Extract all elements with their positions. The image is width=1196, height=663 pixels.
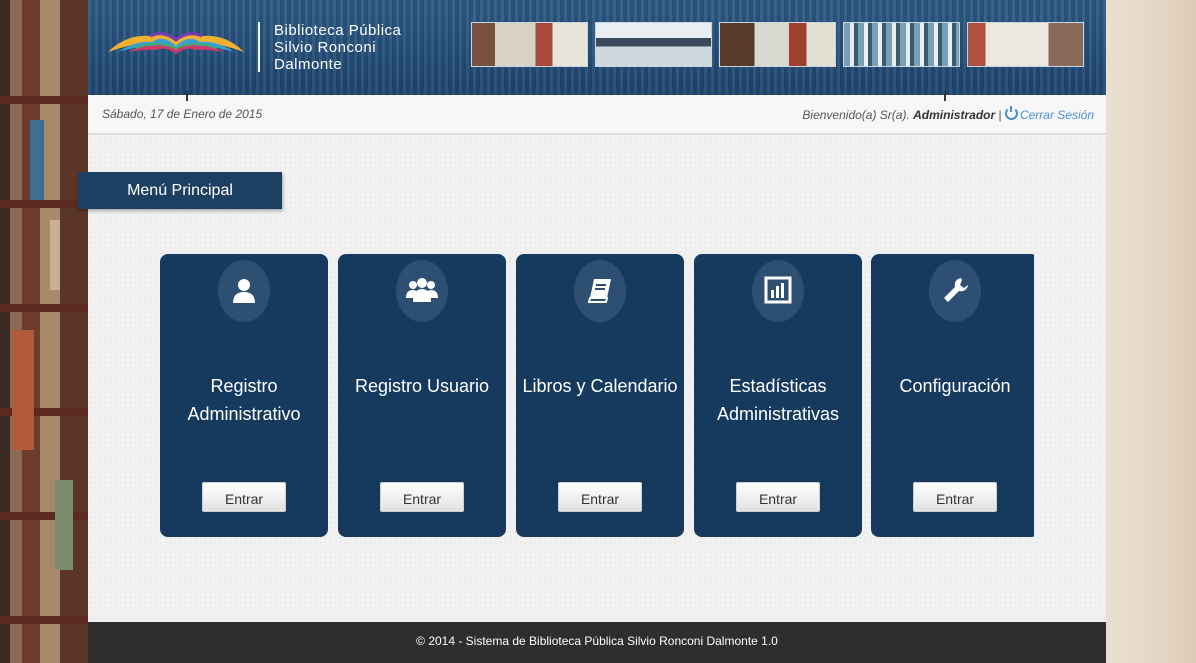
card-title: Configuración <box>899 376 1011 396</box>
site-name-line2: Silvio Ronconi <box>274 39 377 56</box>
info-bar: Sábado, 17 de Enero de 2015 Bienvenido(a… <box>88 91 1106 135</box>
background-bookshelf-left <box>0 0 88 663</box>
site-name-line1: Biblioteca Pública <box>274 22 402 39</box>
book-icon <box>574 260 626 322</box>
power-icon <box>1004 106 1018 120</box>
library-logo <box>108 32 244 54</box>
wrench-icon <box>929 260 981 322</box>
welcome-message: Bienvenido(a) Sr(a). Administrador | Cer… <box>802 106 1094 122</box>
header-divider <box>258 22 260 72</box>
card-registro-usuario: Registro Usuario Entrar <box>338 254 506 537</box>
card-configuracion: Configuración Entrar <box>871 254 1034 537</box>
welcome-separator: | <box>998 108 1002 122</box>
enter-button[interactable]: Entrar <box>736 482 820 512</box>
library-photo-2 <box>595 22 712 67</box>
library-photo-5 <box>967 22 1084 67</box>
card-title: Registro Administrativo <box>187 376 301 424</box>
welcome-prefix: Bienvenido(a) Sr(a). <box>802 108 910 122</box>
bar-chart-icon <box>752 260 804 322</box>
site-name-line3: Dalmonte <box>274 56 343 73</box>
card-title: Registro Usuario <box>354 376 490 396</box>
header-photo-strip <box>471 22 1084 67</box>
enter-button[interactable]: Entrar <box>202 482 286 512</box>
logout-link[interactable]: Cerrar Sesión <box>1004 106 1094 122</box>
main-menu-label: Menú Principal <box>78 172 282 209</box>
card-registro-administrativo: Registro Administrativo Entrar <box>160 254 328 537</box>
card-title: Estadísticas Administrativas <box>716 376 840 424</box>
footer: © 2014 - Sistema de Biblioteca Pública S… <box>88 622 1106 663</box>
user-icon <box>218 260 270 322</box>
enter-button[interactable]: Entrar <box>558 482 642 512</box>
card-libros-calendario: Libros y Calendario Entrar <box>516 254 684 537</box>
logout-label: Cerrar Sesión <box>1019 108 1094 122</box>
enter-button[interactable]: Entrar <box>913 482 997 512</box>
page: Biblioteca Pública Silvio Ronconi Dalmon… <box>78 0 1106 663</box>
card-title: Libros y Calendario <box>522 376 678 396</box>
library-photo-4 <box>843 22 960 67</box>
site-name: Biblioteca Pública Silvio Ronconi Dalmon… <box>274 22 454 73</box>
enter-button[interactable]: Entrar <box>380 482 464 512</box>
library-photo-3 <box>719 22 836 67</box>
users-icon <box>396 260 448 322</box>
background-right <box>1106 0 1196 663</box>
menu-cards: Registro Administrativo Entrar Registro … <box>160 254 1034 538</box>
card-estadisticas-administrativas: Estadísticas Administrativas Entrar <box>694 254 862 537</box>
header: Biblioteca Pública Silvio Ronconi Dalmon… <box>88 0 1106 95</box>
user-role: Administrador <box>913 108 996 122</box>
library-photo-1 <box>471 22 588 67</box>
current-date: Sábado, 17 de Enero de 2015 <box>102 107 263 121</box>
